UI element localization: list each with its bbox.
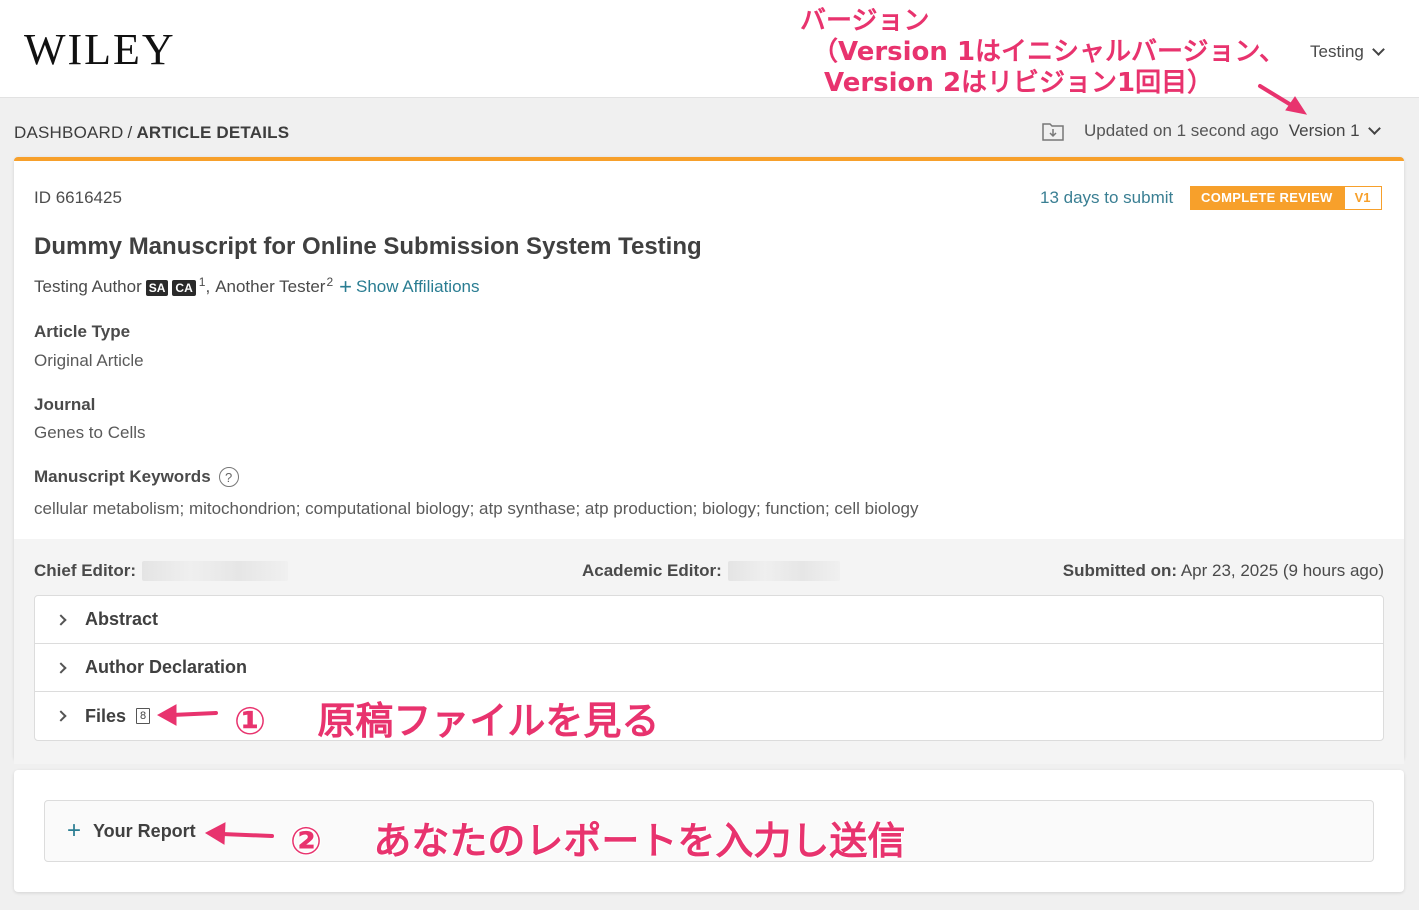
author-declaration-label: Author Declaration [85, 657, 248, 677]
annotation-text: あなたのレポートを入力し送信 [373, 819, 906, 863]
academic-editor-name-redacted [727, 561, 840, 581]
status-label: COMPLETE REVIEW [1190, 186, 1344, 210]
version-annotation-line: （Version 1はイニシャルバージョン、 [812, 37, 1285, 67]
version-label: Version 1 [1288, 121, 1360, 140]
breadcrumb-separator: / [127, 123, 133, 142]
plus-icon: + [67, 817, 82, 844]
annotation-text: 原稿ファイルを見る [317, 699, 660, 743]
article-type-label: Article Type [34, 322, 131, 341]
keywords-label-row: Manuscript Keywords ? [34, 467, 239, 487]
article-card: ID 6616425 13 days to submit COMPLETE RE… [14, 157, 1404, 764]
show-affiliations-link[interactable]: + Show Affiliations [339, 274, 480, 299]
submitted-on: Submitted on: Apr 23, 2025 (9 hours ago) [1063, 561, 1384, 581]
author-list: Testing Author SA CA 1 , Another Tester … [34, 274, 480, 299]
annotation-number: ① [234, 699, 267, 743]
chevron-right-icon [55, 661, 67, 674]
submitted-label: Submitted on: [1062, 561, 1178, 580]
updated-text: Updated on 1 second ago [1084, 121, 1279, 140]
accordion-author-declaration[interactable]: Author Declaration [35, 644, 1383, 692]
academic-editor-label: Academic Editor: [582, 561, 722, 580]
author-name: Another Tester [215, 277, 326, 296]
chevron-down-icon [1372, 43, 1385, 56]
wiley-logo[interactable]: WILEY [24, 28, 176, 72]
manuscript-title: Dummy Manuscript for Online Submission S… [34, 233, 702, 260]
affiliation-number: 2 [326, 275, 334, 289]
your-report-label: Your Report [93, 820, 196, 841]
annotation-number: ② [290, 819, 323, 863]
chevron-down-icon [1367, 122, 1381, 135]
breadcrumb-dashboard[interactable]: DASHBOARD [14, 123, 124, 142]
status-version: V1 [1343, 186, 1382, 210]
plus-icon: + [339, 274, 352, 299]
breadcrumb-current: ARTICLE DETAILS [136, 123, 290, 142]
status-badge: COMPLETE REVIEW V1 [1190, 186, 1382, 210]
chief-editor-name-redacted [142, 561, 288, 581]
files-label: Files [85, 705, 127, 726]
version-annotation: バージョン （Version 1はイニシャルバージョン、 Version 2はリ… [800, 6, 1285, 99]
files-annotation: ① 原稿ファイルを見る [234, 690, 659, 745]
user-menu-label: Testing [1310, 42, 1364, 61]
chevron-right-icon [55, 613, 67, 626]
days-to-submit: 13 days to submit [1040, 188, 1174, 207]
report-annotation: ② あなたのレポートを入力し送信 [290, 810, 905, 865]
editors-section: Chief Editor: Academic Editor: Submitted… [14, 539, 1404, 764]
corresponding-author-tag: CA [172, 280, 196, 296]
user-menu[interactable]: Testing [1310, 42, 1385, 62]
version-dropdown[interactable]: Version 1 [1288, 121, 1381, 141]
author-name: Testing Author [34, 277, 142, 296]
journal-value: Genes to Cells [34, 423, 146, 442]
affiliation-number: 1 [198, 275, 206, 289]
breadcrumb: DASHBOARD / ARTICLE DETAILS [14, 123, 289, 143]
chevron-right-icon [55, 710, 67, 722]
folder-download-icon[interactable] [1042, 121, 1064, 141]
version-annotation-line: バージョン [800, 6, 930, 36]
version-meta: Updated on 1 second ago Version 1 [1042, 121, 1381, 141]
submitting-author-tag: SA [145, 280, 169, 296]
accordion-abstract[interactable]: Abstract [35, 596, 1383, 644]
chief-editor: Chief Editor: [34, 561, 288, 581]
version-annotation-line: Version 2はリビジョン1回目） [824, 68, 1214, 98]
files-count-badge: 8 [136, 708, 151, 724]
version-arrow-head [1285, 96, 1308, 115]
article-type-value: Original Article [34, 351, 144, 370]
abstract-label: Abstract [85, 609, 159, 629]
journal-label: Journal [34, 395, 96, 414]
academic-editor: Academic Editor: [582, 561, 840, 581]
submitted-value: Apr 23, 2025 (9 hours ago) [1180, 561, 1384, 580]
author-separator: , [205, 277, 211, 296]
manuscript-id: ID 6616425 [34, 188, 122, 207]
keywords-value: cellular metabolism; mitochondrion; comp… [34, 499, 919, 518]
show-affiliations-label: Show Affiliations [356, 277, 480, 296]
keywords-label: Manuscript Keywords [34, 467, 211, 486]
help-icon[interactable]: ? [218, 467, 239, 487]
chief-editor-label: Chief Editor: [34, 561, 136, 580]
